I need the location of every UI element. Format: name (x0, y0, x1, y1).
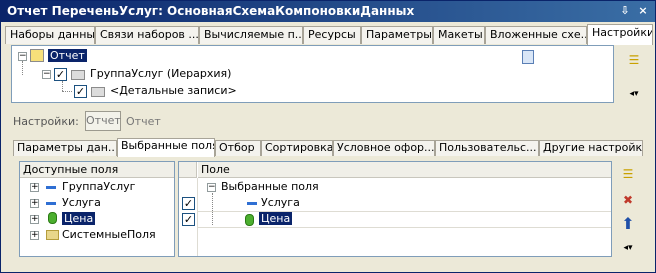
delete-field-icon[interactable]: ✖ (619, 191, 637, 209)
tab-calculated-fields[interactable]: Вычисляемые п... (199, 26, 303, 44)
available-field-item[interactable]: Услуга (62, 195, 101, 211)
add-grouping-icon[interactable]: ☰ (625, 51, 643, 69)
tree-node-group[interactable]: ГруппаУслуг (Иерархия) (90, 66, 231, 82)
tab-parameters[interactable]: Параметры (361, 26, 433, 44)
top-tab-strip: Наборы данных Связи наборов ... Вычисляе… (5, 24, 655, 45)
folder-icon (46, 230, 59, 240)
tab-data-parameters[interactable]: Параметры дан... (13, 140, 117, 156)
available-field-item[interactable]: ГруппаУслуг (62, 179, 135, 195)
move-up-icon[interactable]: ⬆ (619, 215, 637, 233)
settings-report-button[interactable]: Отчет (85, 111, 121, 131)
add-field-icon[interactable]: ☰ (619, 165, 637, 183)
pin-icon[interactable]: ⇩ (617, 4, 633, 18)
report-settings-window: Отчет ПереченьУслуг: ОсновнаяСхемаКомпон… (0, 0, 656, 273)
tree-node-details[interactable]: <Детальные записи> (110, 83, 237, 99)
available-fields-header: Доступные поля (20, 162, 174, 178)
tree-node-report[interactable]: Отчет (48, 48, 87, 64)
tab-resources[interactable]: Ресурсы (303, 26, 361, 44)
settings-tab-strip: Параметры дан... Выбранные поля Отбор Со… (13, 138, 643, 157)
report-icon (30, 49, 44, 62)
more-actions-icon[interactable]: ◂▾ (625, 85, 643, 103)
tab-filter[interactable]: Отбор (215, 140, 261, 156)
grouping-icon (71, 70, 85, 80)
tree-line (22, 61, 23, 75)
expand-icon[interactable]: + (30, 183, 39, 192)
field-checkbox[interactable]: ✓ (182, 197, 195, 210)
window-title: Отчет ПереченьУслуг: ОсновнаяСхемаКомпон… (7, 4, 415, 18)
resource-icon (48, 212, 57, 224)
selected-field-item[interactable]: Цена (259, 211, 293, 227)
field-icon (247, 202, 257, 205)
available-field-label: Цена (62, 212, 96, 225)
expand-icon[interactable]: + (30, 215, 39, 224)
field-icon (46, 186, 56, 189)
selected-fields-panel: Поле − Выбранные поля ✓ Услуга ✓ Цена (178, 161, 612, 257)
field-checkbox[interactable]: ✓ (182, 213, 195, 226)
settings-label: Настройки: (13, 115, 79, 128)
field-column-header: Поле (198, 162, 611, 178)
collapse-icon[interactable]: − (42, 70, 51, 79)
field-icon (46, 202, 56, 205)
settings-report-text: Отчет (126, 115, 161, 128)
more-actions-icon[interactable]: ◂▾ (619, 239, 637, 257)
available-field-item[interactable]: Цена (62, 211, 96, 227)
close-icon[interactable]: × (635, 4, 651, 18)
selected-fields-group[interactable]: Выбранные поля (221, 179, 319, 195)
collapse-icon[interactable]: − (207, 183, 216, 192)
tree-line (62, 81, 63, 91)
resource-icon (245, 214, 254, 226)
tab-datasets[interactable]: Наборы данных (5, 26, 95, 44)
checkbox-column-header (179, 162, 197, 178)
selected-field-label: Цена (259, 212, 293, 225)
settings-grid-icon[interactable] (522, 50, 534, 64)
tab-other-settings[interactable]: Другие настройки (539, 140, 643, 156)
title-bar: Отчет ПереченьУслуг: ОсновнаяСхемаКомпон… (1, 1, 655, 22)
available-field-item[interactable]: СистемныеПоля (62, 227, 156, 243)
details-checkbox[interactable]: ✓ (74, 85, 87, 98)
tab-templates[interactable]: Макеты (433, 26, 485, 44)
tab-selected-fields[interactable]: Выбранные поля (117, 138, 215, 157)
tree-line (62, 91, 72, 92)
group-checkbox[interactable]: ✓ (54, 68, 67, 81)
structure-tree: − Отчет − ✓ ГруппаУслуг (Иерархия) ✓ <Де… (11, 45, 614, 103)
expand-icon[interactable]: + (30, 199, 39, 208)
available-fields-panel: Доступные поля + ГруппаУслуг + Услуга + … (19, 161, 175, 257)
tab-settings[interactable]: Настройки (587, 24, 653, 45)
collapse-icon[interactable]: − (18, 52, 27, 61)
tab-nested-schemas[interactable]: Вложенные схе... (485, 26, 587, 44)
tab-dataset-links[interactable]: Связи наборов ... (95, 26, 199, 44)
tab-sorting[interactable]: Сортировка (261, 140, 333, 156)
expand-icon[interactable]: + (30, 231, 39, 240)
tree-node-label: Отчет (48, 49, 87, 62)
details-icon (91, 87, 105, 97)
tab-conditional-formatting[interactable]: Условное офор... (333, 140, 435, 156)
tab-user-fields[interactable]: Пользовательс... (435, 140, 539, 156)
selected-field-item[interactable]: Услуга (261, 195, 300, 211)
